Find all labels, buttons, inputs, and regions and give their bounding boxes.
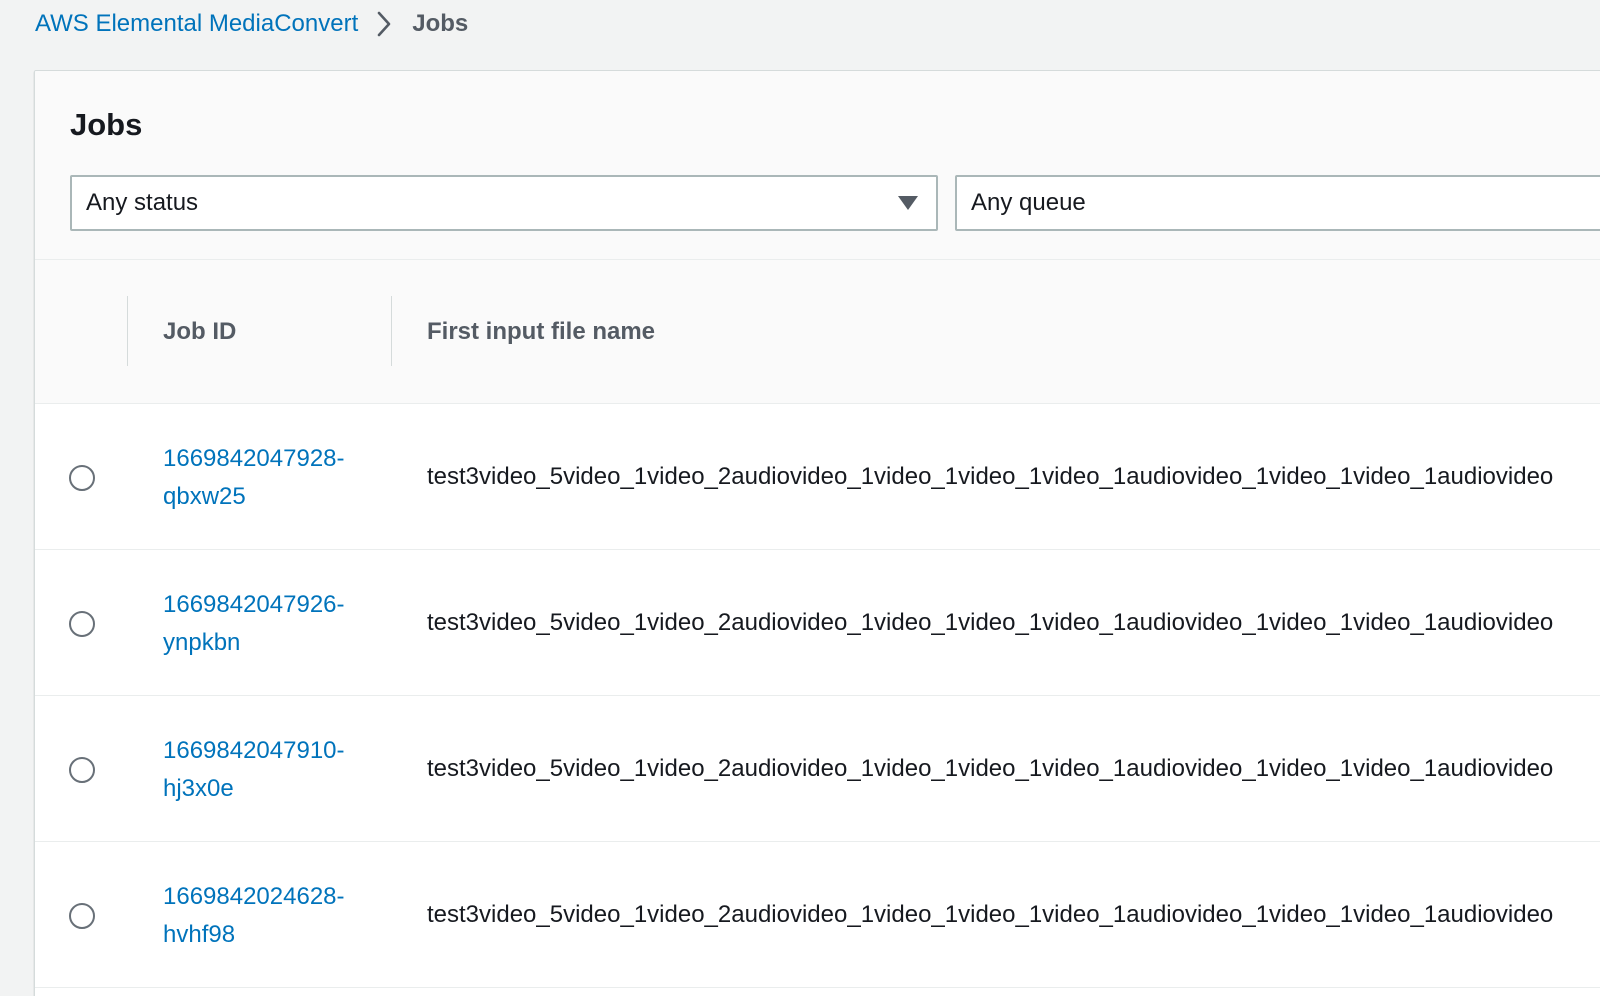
chevron-right-icon xyxy=(376,10,392,38)
job-id-link[interactable]: 1669842047928- qbxw25 xyxy=(163,440,393,516)
status-filter-select[interactable]: Any status xyxy=(70,175,938,231)
job-id-part: 1669842047928- xyxy=(163,445,345,472)
column-header-first-input[interactable]: First input file name xyxy=(427,318,655,346)
column-header-job-id[interactable]: Job ID xyxy=(163,318,236,346)
job-id-link[interactable]: 1669842047926- ynpkbn xyxy=(163,586,393,662)
panel-header: Jobs Any status Any queue xyxy=(35,71,1600,260)
first-input-file-name: test3video_5video_1video_2audiovideo_1vi… xyxy=(427,463,1554,490)
jobs-panel: Jobs Any status Any queue Job ID First i… xyxy=(34,70,1600,996)
status-filter-value: Any status xyxy=(86,189,199,216)
first-input-file-name: test3video_5video_1video_2audiovideo_1vi… xyxy=(427,609,1554,636)
job-id-part: hj3x0e xyxy=(163,775,234,802)
table-row: 1669842024628- hvhf98 test3video_5video_1… xyxy=(35,842,1600,988)
job-id-link[interactable]: 1669842024628- hvhf98 xyxy=(163,878,393,954)
breadcrumb-current: Jobs xyxy=(412,10,469,37)
job-id-part: qbxw25 xyxy=(163,483,246,510)
caret-down-icon xyxy=(898,196,918,210)
column-divider xyxy=(391,296,392,366)
job-id-part: 1669842047926- xyxy=(163,591,345,618)
column-divider xyxy=(127,296,128,366)
page-title: Jobs xyxy=(70,107,143,142)
table-row: 1669842047910- hj3x0e test3video_5video_1… xyxy=(35,696,1600,842)
breadcrumb-link-mediaconvert[interactable]: AWS Elemental MediaConvert xyxy=(35,10,358,38)
row-select-radio[interactable] xyxy=(69,757,95,783)
job-id-part: 1669842024628- xyxy=(163,883,345,910)
breadcrumb: AWS Elemental MediaConvert Jobs xyxy=(35,6,468,42)
queue-filter-select[interactable]: Any queue xyxy=(955,175,1600,231)
job-id-part: ynpkbn xyxy=(163,629,241,656)
table-row: 1669842047926- ynpkbn test3video_5video_1… xyxy=(35,550,1600,696)
first-input-file-name: test3video_5video_1video_2audiovideo_1vi… xyxy=(427,755,1554,782)
job-id-part: hvhf98 xyxy=(163,921,236,948)
queue-filter-value: Any queue xyxy=(971,189,1086,216)
job-id-link[interactable]: 1669842047910- hj3x0e xyxy=(163,732,393,808)
row-select-radio[interactable] xyxy=(69,465,95,491)
row-select-radio[interactable] xyxy=(69,903,95,929)
table-row: 1669842047928- qbxw25 test3video_5video_1… xyxy=(35,404,1600,550)
job-id-part: 1669842047910- xyxy=(163,737,345,764)
first-input-file-name: test3video_5video_1video_2audiovideo_1vi… xyxy=(427,901,1554,928)
row-select-radio[interactable] xyxy=(69,611,95,637)
table-header: Job ID First input file name xyxy=(35,260,1600,404)
